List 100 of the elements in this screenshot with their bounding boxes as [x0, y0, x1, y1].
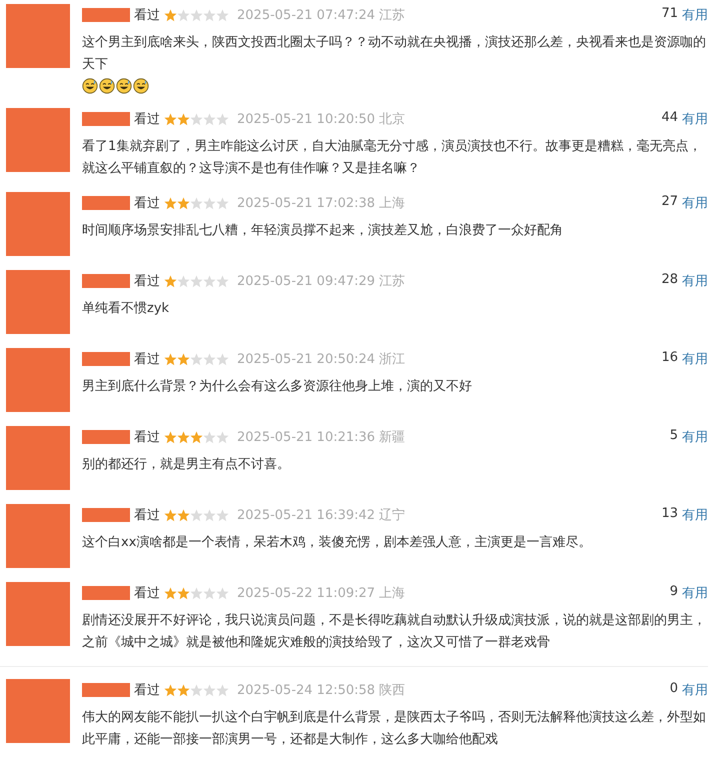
- vote-count: 44: [661, 110, 678, 127]
- star-icon: [203, 112, 216, 126]
- useful-link[interactable]: 有用: [682, 350, 708, 368]
- vote-count: 9: [670, 584, 678, 601]
- star-icon: [190, 684, 203, 696]
- comment-time: 2025-05-21 10:21:36 新疆: [237, 429, 406, 446]
- star-icon: [177, 112, 190, 126]
- star-icon: [203, 274, 216, 288]
- avatar-redaction: [6, 679, 70, 743]
- star-icon: [177, 430, 190, 444]
- avatar-redaction: [6, 426, 70, 490]
- star-icon: [216, 8, 229, 22]
- comment-text: 时间顺序场景安排乱七八糟，年轻演员撑不起来，演技差又尬，白浪费了一众好配角: [82, 222, 564, 240]
- sweat-smile-icon: [82, 78, 98, 94]
- username-redaction: [82, 683, 130, 697]
- star-icon: [164, 684, 177, 696]
- avatar-redaction: [6, 348, 70, 412]
- avatar-redaction: [6, 504, 70, 568]
- star-icon: [203, 352, 216, 366]
- comment-text: 男主到底什么背景？为什么会有这么多资源往他身上堆，演的又不好: [82, 378, 473, 396]
- useful-link[interactable]: 有用: [682, 6, 708, 24]
- star-icon: [190, 586, 203, 600]
- comment-text: 看了1集就弃剧了，男主咋能这么讨厌，自大油腻毫无分寸感，演员演技也不行。故事更是糟糕，毫无亮点，就这么平铺直叙的？这导演不是也有佳作嘛？又是挂名嘛？: [82, 138, 702, 178]
- star-icon: [190, 196, 203, 210]
- comment-text: 别的都还行，就是男主有点不讨喜。: [82, 456, 291, 474]
- vote-count: 5: [670, 428, 678, 445]
- star-icon: [216, 508, 229, 522]
- star-icon: [164, 112, 177, 126]
- useful-link[interactable]: 有用: [682, 584, 708, 602]
- useful-link[interactable]: 有用: [682, 506, 708, 524]
- star-icon: [203, 508, 216, 522]
- comment-text: 伟大的网友能不能扒一扒这个白宇帆到底是什么背景，是陕西太子爷吗，否则无法解释他演技这么差，外型如此平庸，还能一部接一部演男一号，还都是大制作，这么多大咖给他配戏: [82, 709, 707, 749]
- star-icon: [164, 586, 177, 600]
- watch-status: 看过: [134, 195, 160, 212]
- watch-status: 看过: [134, 111, 160, 128]
- watch-status: 看过: [134, 351, 160, 368]
- useful-link[interactable]: 有用: [682, 428, 708, 446]
- star-icon: [190, 352, 203, 366]
- comment-time: 2025-05-22 11:09:27 上海: [237, 585, 406, 602]
- sweat-smile-icon: [99, 78, 115, 94]
- star-icon: [177, 684, 190, 696]
- star-icon: [190, 430, 203, 444]
- star-icon: [216, 352, 229, 366]
- watch-status: 看过: [134, 7, 160, 24]
- star-icon: [203, 8, 216, 22]
- useful-link[interactable]: 有用: [682, 110, 708, 128]
- vote-count: 16: [661, 350, 678, 367]
- star-icon: [203, 196, 216, 210]
- star-icon: [164, 8, 177, 22]
- star-icon: [216, 196, 229, 210]
- comment-time: 2025-05-21 09:47:29 江苏: [237, 273, 406, 290]
- star-icon: [177, 196, 190, 210]
- comment-text: 这个男主到底啥来头，陕西文投西北圈太子吗？？动不动就在央视播，演技还那么差，央视看来也是资源咖的天下: [82, 34, 707, 74]
- watch-status: 看过: [134, 585, 160, 602]
- avatar-redaction: [6, 270, 70, 334]
- star-icon: [190, 112, 203, 126]
- star-icon: [164, 274, 177, 288]
- avatar-redaction: [6, 582, 70, 646]
- star-icon: [190, 274, 203, 288]
- star-icon: [190, 8, 203, 22]
- comment-time: 2025-05-21 17:02:38 上海: [237, 195, 406, 212]
- vote-count: 28: [661, 272, 678, 289]
- username-redaction: [82, 430, 130, 444]
- useful-link[interactable]: 有用: [682, 194, 708, 212]
- star-icon: [216, 430, 229, 444]
- star-icon: [164, 430, 177, 444]
- star-icon: [164, 352, 177, 366]
- vote-count: 71: [661, 6, 678, 23]
- star-icon: [216, 112, 229, 126]
- comment-text: 剧情还没展开不好评论，我只说演员问题，不是长得吃藕就自动默认升级成演技派，说的就是这部剧的男主，之前《城中之城》就是被他和隆妮灾难般的演技给毁了，这次又可惜了一群老戏骨: [82, 612, 707, 652]
- star-icon: [216, 586, 229, 600]
- vote-count: 0: [670, 681, 678, 698]
- star-icon: [203, 586, 216, 600]
- useful-link[interactable]: 有用: [682, 681, 708, 699]
- star-icon: [203, 430, 216, 444]
- avatar-redaction: [6, 108, 70, 172]
- star-icon: [203, 684, 216, 696]
- username-redaction: [82, 8, 130, 22]
- star-icon: [177, 8, 190, 22]
- username-redaction: [82, 586, 130, 600]
- comment-time: 2025-05-24 12:50:58 陕西: [237, 682, 406, 699]
- star-icon: [177, 352, 190, 366]
- watch-status: 看过: [134, 273, 160, 290]
- comment-time: 2025-05-21 10:20:50 北京: [237, 111, 406, 128]
- star-icon: [216, 274, 229, 288]
- star-icon: [216, 684, 229, 696]
- vote-count: 13: [661, 506, 678, 523]
- username-redaction: [82, 274, 130, 288]
- sweat-smile-icon: [133, 78, 149, 94]
- comment-time: 2025-05-21 20:50:24 浙江: [237, 351, 406, 368]
- star-icon: [177, 274, 190, 288]
- useful-link[interactable]: 有用: [682, 272, 708, 290]
- star-icon: [190, 508, 203, 522]
- star-icon: [164, 196, 177, 210]
- username-redaction: [82, 112, 130, 126]
- star-icon: [177, 586, 190, 600]
- watch-status: 看过: [134, 429, 160, 446]
- comment-text: 这个白xx演啥都是一个表情，呆若木鸡，装傻充愣，剧本差强人意，主演更是一言难尽。: [82, 534, 592, 552]
- avatar-redaction: [6, 192, 70, 256]
- watch-status: 看过: [134, 682, 160, 699]
